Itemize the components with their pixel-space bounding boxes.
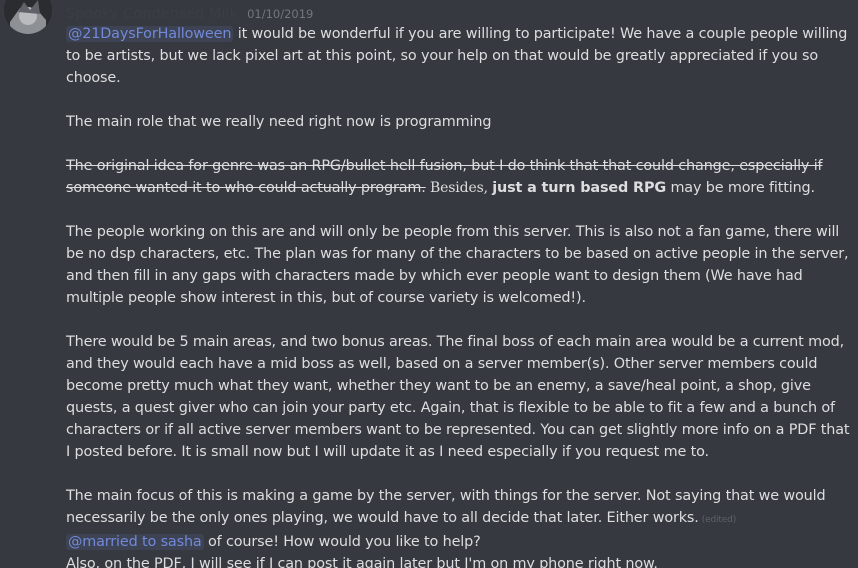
author-name[interactable]: Spooky Condensed Milk (66, 6, 238, 22)
message-content: @21DaysForHalloween it would be wonderfu… (66, 23, 852, 568)
besides-text: Besides, (425, 180, 493, 196)
paragraph-1: @21DaysForHalloween it would be wonderfu… (66, 23, 852, 89)
bold-text: just a turn based RPG (492, 180, 667, 196)
paragraph-6: The main focus of this is making a game … (66, 485, 852, 531)
paragraph-2: The main role that we really need right … (66, 114, 492, 130)
paragraph-7: @married to sasha of course! How would y… (66, 531, 852, 553)
fitting-text: may be more fitting. (666, 180, 815, 196)
paragraph-4: The people working on this are and will … (66, 224, 849, 306)
paragraph-7-text: of course! How would you like to help? (203, 534, 481, 550)
message-timestamp: 01/10/2019 (247, 7, 314, 21)
chat-message: Spooky Condensed Milk 01/10/2019 @21Days… (0, 0, 858, 568)
paragraph-3: The original idea for genre was an RPG/b… (66, 155, 852, 199)
message-header: Spooky Condensed Milk 01/10/2019 (66, 4, 313, 22)
paragraph-5: There would be 5 main areas, and two bon… (66, 334, 850, 460)
user-avatar[interactable] (4, 0, 52, 34)
mention-married-to-sasha[interactable]: @married to sasha (66, 534, 204, 550)
mention-21daysforhalloween[interactable]: @21DaysForHalloween (66, 26, 234, 42)
edited-label: (edited) (701, 515, 737, 525)
paragraph-8: Also, on the PDF, I will see if I can po… (66, 556, 658, 568)
chibi-character-avatar-icon (4, 0, 52, 34)
